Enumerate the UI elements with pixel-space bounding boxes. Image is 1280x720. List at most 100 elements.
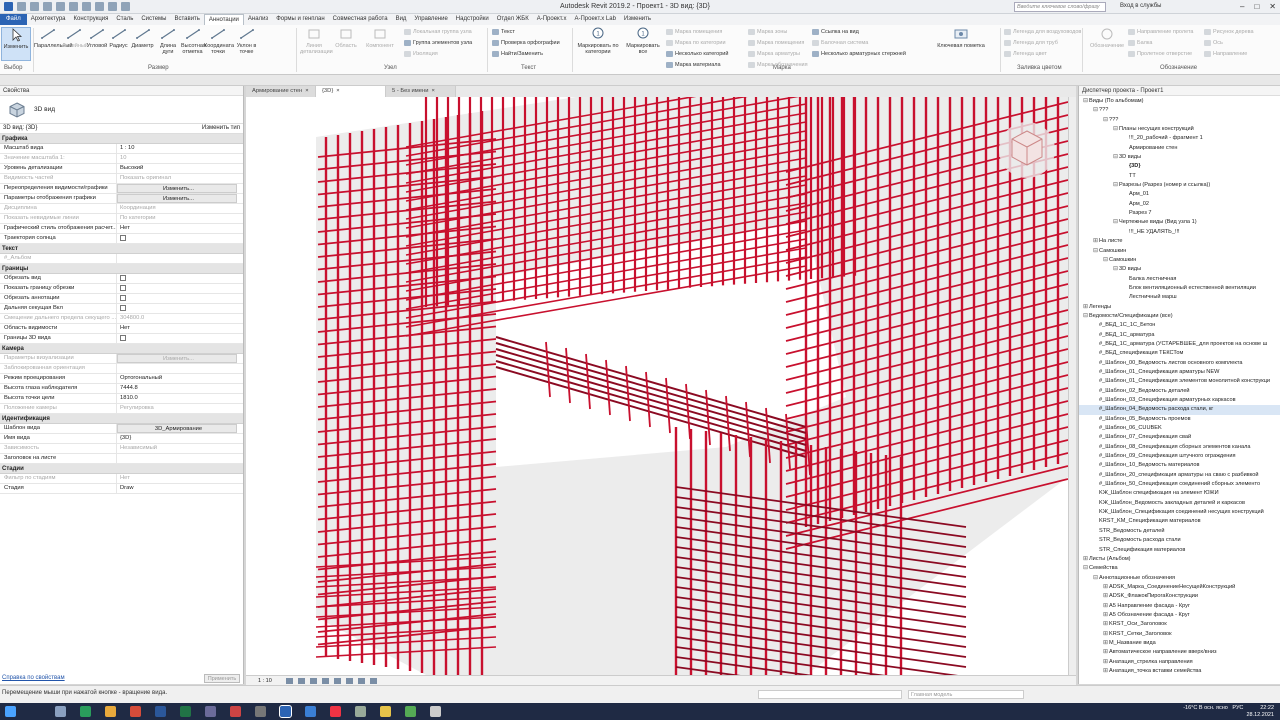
tab-4[interactable]: Системы — [137, 14, 170, 25]
property-row[interactable]: Уровень детализации Высокий — [0, 164, 243, 174]
quick-access-toolbar[interactable] — [4, 2, 130, 11]
browser-node[interactable]: #_Шаблон_50_Спецификация соединений сбор… — [1079, 480, 1280, 489]
sign-in-link[interactable]: Вход в службы — [1120, 3, 1162, 9]
fill-small-2[interactable]: Легенда цвет — [1004, 51, 1047, 57]
close-icon[interactable]: ✕ — [1269, 2, 1276, 11]
color-fill-panel-label[interactable]: Заливка цветом — [1017, 65, 1062, 71]
browser-node[interactable]: #_Шаблон_10_Ведомость материалов — [1079, 461, 1280, 470]
browser-node[interactable]: ⊞M_Название вида — [1079, 639, 1280, 648]
word-icon[interactable] — [155, 706, 166, 717]
symbol-panel-label[interactable]: Обозначение — [1160, 65, 1197, 71]
tab-5[interactable]: Вставить — [170, 14, 203, 25]
tag-panel-label[interactable]: Марка — [773, 65, 791, 71]
close-tab-icon[interactable]: × — [431, 86, 434, 97]
text-icon[interactable] — [95, 2, 104, 11]
undo-icon[interactable] — [43, 2, 52, 11]
browser-node[interactable]: Разрез 7 — [1079, 209, 1280, 218]
property-row[interactable]: Переопределения видимости/графики Изменит… — [0, 184, 243, 194]
revit-taskbar-icon[interactable] — [279, 705, 292, 718]
tab-6[interactable]: Аннотации — [203, 14, 244, 25]
3d-view-icon[interactable] — [108, 2, 117, 11]
browser-node[interactable]: ⊞Анатация_стрелка направления — [1079, 658, 1280, 667]
dim-button-4[interactable]: Диаметр — [130, 27, 155, 49]
rebar-3d-model[interactable] — [246, 97, 1068, 675]
browser-node[interactable]: KRST_KM_Спецификация материалов — [1079, 517, 1280, 526]
tag-small-1[interactable]: Марка по категории — [666, 40, 726, 46]
property-row[interactable]: Обрезать вид — [0, 274, 243, 284]
symbol-button[interactable]: Обозначение — [1086, 27, 1128, 49]
shadows-icon[interactable] — [322, 678, 329, 684]
clock-time[interactable]: 22:22 — [1260, 705, 1274, 711]
browser-node[interactable]: !!!_20_рабочий - фрагмент 1 — [1079, 134, 1280, 143]
dim-button-2[interactable]: Угловой — [86, 27, 108, 49]
app8-icon[interactable] — [405, 706, 416, 717]
text-small-1[interactable]: Проверка орфографии — [492, 40, 560, 46]
browser-node[interactable]: #_ВЕД_1С_арматура (УСТАРЕВШЕЕ_для проект… — [1079, 340, 1280, 349]
browser-node[interactable]: ⊞A5 Направление фасада - Круг — [1079, 602, 1280, 611]
minimize-icon[interactable]: – — [1240, 2, 1244, 11]
browser-node[interactable]: ⊞Анатация_точка вставки семейства — [1079, 667, 1280, 676]
property-checkbox[interactable] — [120, 235, 126, 241]
select-panel-label[interactable]: Выбор — [4, 65, 22, 71]
app3-icon[interactable] — [255, 706, 266, 717]
search-input[interactable]: Введите ключевое слово/фразу — [1014, 2, 1106, 12]
fill-small-0[interactable]: Легенда для воздуховодов — [1004, 29, 1081, 35]
symbol-small-3[interactable]: Рисунок дерева — [1204, 29, 1254, 35]
app7-icon[interactable] — [380, 706, 391, 717]
browser-node[interactable]: ⊟??? — [1079, 116, 1280, 125]
browser-node[interactable]: ⊟3D виды — [1079, 153, 1280, 162]
tag-button-0[interactable]: 1 Маркировать по категории — [576, 27, 620, 55]
tab-15[interactable]: А-Проект.х Lab — [570, 14, 619, 25]
app9-icon[interactable] — [430, 706, 441, 717]
redo-icon[interactable] — [56, 2, 65, 11]
print-icon[interactable] — [69, 2, 78, 11]
detail-button-1[interactable]: Область — [332, 27, 360, 49]
view-tab-1[interactable]: {3D} × — [316, 86, 386, 97]
text-small-0[interactable]: Текст — [492, 29, 515, 35]
property-row[interactable]: Стадия Draw — [0, 484, 243, 494]
browser-node[interactable]: Арм_01 — [1079, 190, 1280, 199]
browser-node[interactable]: #_Шаблон_01_Спецификация арматуры NEW — [1079, 368, 1280, 377]
detail-panel-label[interactable]: Узел — [384, 65, 397, 71]
visual-style-icon[interactable] — [298, 678, 305, 684]
apply-button[interactable]: Применить — [204, 674, 240, 683]
browser-node[interactable]: KЖ_Шаблон_Ведомость закладных деталей и … — [1079, 499, 1280, 508]
properties-help-link[interactable]: Справка по свойствам — [2, 675, 65, 681]
property-category[interactable]: Камера — [0, 344, 243, 354]
property-category[interactable]: Текст — [0, 244, 243, 254]
open-icon[interactable] — [17, 2, 26, 11]
search-icon[interactable] — [55, 706, 66, 717]
dim-button-0[interactable]: Параллельный — [34, 27, 73, 49]
detail-button-0[interactable]: Линия детализации — [300, 27, 333, 55]
dim-button-7[interactable]: Координата точки — [204, 27, 234, 55]
browser-node[interactable]: #_Шаблон_08_Спецификация сборных элемент… — [1079, 443, 1280, 452]
tab-12[interactable]: Надстройки — [452, 14, 493, 25]
property-checkbox[interactable] — [120, 285, 126, 291]
app5-icon[interactable] — [330, 706, 341, 717]
crop-view-icon[interactable] — [334, 678, 341, 684]
tag-small-6[interactable]: Марка арматуры — [748, 51, 800, 57]
property-edit-button[interactable]: Изменить... — [117, 184, 237, 193]
browser-node[interactable]: ⊟Аннотационные обозначения — [1079, 574, 1280, 583]
clock-date[interactable]: 28.12.2021 — [1246, 712, 1274, 718]
browser-node[interactable]: STR_Спецификация материалов — [1079, 546, 1280, 555]
property-row[interactable]: Обрезать аннотации — [0, 294, 243, 304]
edit-type-button[interactable]: Изменить тип — [202, 125, 240, 132]
property-row[interactable]: Показать границу обрезки — [0, 284, 243, 294]
dim-button-8[interactable]: Уклон в точке — [232, 27, 261, 55]
tab-7[interactable]: Анализ — [244, 14, 272, 25]
property-category[interactable]: Графика — [0, 134, 243, 144]
dim-button-6[interactable]: Высотная отметка — [181, 27, 206, 55]
browser-node[interactable]: ⊞A5 Обозначение фасада - Круг — [1079, 611, 1280, 620]
tag-small-8[interactable]: Ссылка на вид — [812, 29, 859, 35]
dim-button-3[interactable]: Радиус — [107, 27, 130, 49]
tag-small-5[interactable]: Марка помещения — [748, 40, 804, 46]
symbol-small-4[interactable]: Ось — [1204, 40, 1223, 46]
browser-node[interactable]: STR_Ведомость деталей — [1079, 527, 1280, 536]
property-row[interactable]: #_Альбом — [0, 254, 243, 264]
browser-node[interactable]: Арм_02 — [1079, 200, 1280, 209]
browser-node[interactable]: ⊟Планы несущих конструкций — [1079, 125, 1280, 134]
dim-button-5[interactable]: Длина дуги — [156, 27, 180, 55]
app6-icon[interactable] — [355, 706, 366, 717]
property-row[interactable]: Параметры визуализации Изменить... — [0, 354, 243, 364]
